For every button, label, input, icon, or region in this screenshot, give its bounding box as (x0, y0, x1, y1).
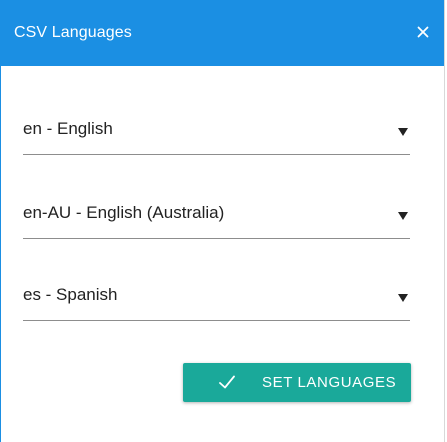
check-icon (219, 375, 235, 389)
language-select-1[interactable]: en - English (23, 114, 410, 155)
language-select-value: es - Spanish (23, 285, 118, 304)
language-select-value: en - English (23, 119, 113, 138)
language-select-2[interactable]: en-AU - English (Australia) (23, 198, 410, 239)
set-languages-button[interactable]: SET LANGUAGES (183, 363, 411, 402)
dropdown-arrow-icon (398, 212, 408, 220)
dropdown-arrow-icon (398, 294, 408, 302)
close-icon[interactable] (413, 22, 433, 42)
language-select-value: en-AU - English (Australia) (23, 203, 225, 222)
csv-languages-dialog: CSV Languages en - English en-AU - Engli… (0, 0, 445, 442)
language-select-3[interactable]: es - Spanish (23, 280, 410, 321)
dialog-title: CSV Languages (14, 24, 132, 41)
dropdown-arrow-icon (398, 128, 408, 136)
set-languages-label: SET LANGUAGES (262, 374, 397, 391)
dialog-header: CSV Languages (1, 0, 444, 66)
